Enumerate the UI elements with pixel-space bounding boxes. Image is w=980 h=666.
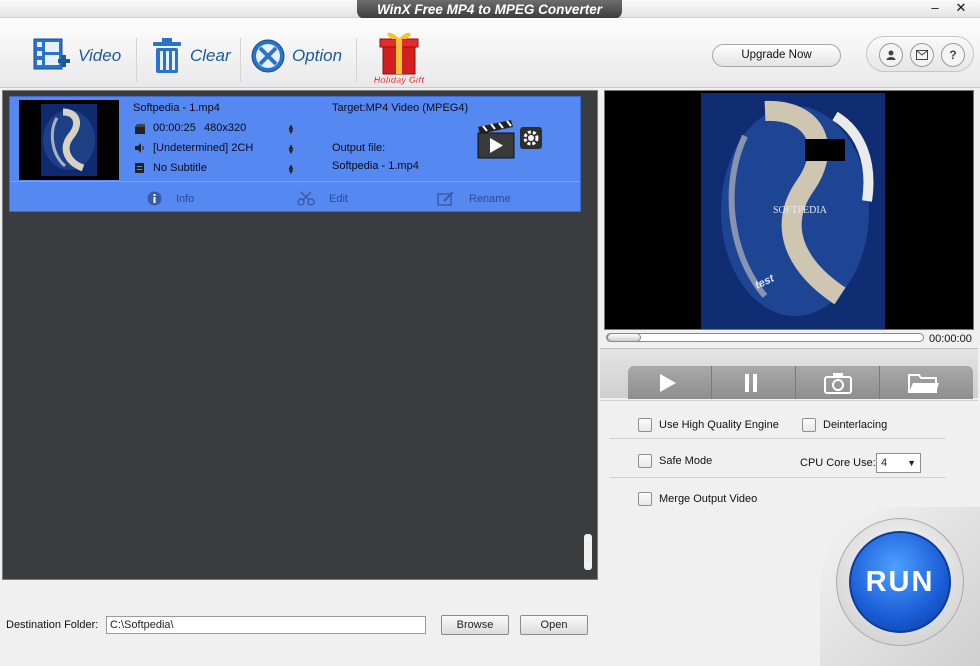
options-divider	[610, 438, 946, 439]
video-duration: 00:00:25	[153, 122, 196, 134]
svg-text:Holiday Gift: Holiday Gift	[374, 75, 426, 85]
edit-button[interactable]: Edit	[297, 191, 348, 206]
cpu-core-label: CPU Core Use:	[800, 457, 876, 469]
cpu-core-value: 4	[881, 457, 888, 469]
audio-track: [Undetermined] 2CH	[153, 142, 254, 154]
file-list-panel: Softpedia - 1.mp4 00:00:25 480x320 ▲ ▼ [U…	[2, 90, 598, 580]
clear-label: Clear	[190, 46, 231, 65]
file-row[interactable]: Softpedia - 1.mp4 00:00:25 480x320 ▲ ▼ [U…	[9, 96, 581, 212]
tools-icon	[251, 39, 285, 73]
destination-folder-label: Destination Folder:	[6, 619, 99, 631]
toolbar-divider	[136, 38, 137, 82]
snapshot-button[interactable]	[796, 366, 880, 399]
title-bar: WinX Free MP4 to MPEG Converter – ✕	[0, 0, 980, 19]
pause-button[interactable]	[712, 366, 796, 399]
toolbar-divider	[240, 38, 241, 82]
info-icon	[147, 191, 162, 206]
toolbar-divider	[356, 38, 357, 82]
high-quality-label: Use High Quality Engine	[659, 419, 779, 431]
scissors-icon	[297, 191, 315, 206]
checkbox-box[interactable]	[802, 418, 816, 432]
play-button[interactable]	[628, 366, 712, 399]
open-button[interactable]: Open	[520, 615, 588, 635]
subtitle-icon	[135, 163, 145, 173]
control-buttons	[628, 366, 973, 399]
file-actions-bar: Info Edit Rename	[10, 181, 580, 211]
trash-icon	[153, 38, 181, 73]
rename-label: Rename	[469, 192, 511, 205]
camera-icon	[824, 373, 852, 394]
deinterlacing-label: Deinterlacing	[823, 419, 888, 431]
user-icon[interactable]	[879, 43, 903, 67]
cpu-core-select[interactable]: 4 ▼	[876, 453, 921, 473]
safe-mode-label: Safe Mode	[659, 455, 713, 467]
upgrade-now-button[interactable]: Upgrade Now	[712, 44, 841, 67]
run-button[interactable]: RUN	[849, 531, 951, 633]
audio-track-updown-icon[interactable]: ▲ ▼	[287, 143, 295, 156]
edit-label: Edit	[329, 192, 348, 205]
deinterlacing-checkbox[interactable]: Deinterlacing	[802, 418, 887, 432]
holiday-gift-button[interactable]: Holiday Gift	[370, 26, 428, 86]
chevron-down-icon: ▼	[907, 458, 916, 468]
gift-icon: Holiday Gift	[374, 32, 426, 85]
file-list-scrollbar[interactable]	[584, 534, 592, 570]
playback-time: 00:00:00	[929, 333, 972, 345]
player-controls	[600, 348, 978, 399]
high-quality-engine-checkbox[interactable]: Use High Quality Engine	[638, 418, 779, 432]
speaker-icon	[135, 143, 145, 153]
merge-output-checkbox[interactable]: Merge Output Video	[638, 492, 757, 506]
video-clip-icon	[135, 124, 145, 134]
video-resolution: 480x320	[204, 122, 247, 134]
window-title: WinX Free MP4 to MPEG Converter	[357, 0, 622, 19]
target-format: Target:MP4 Video (MPEG4)	[332, 102, 469, 114]
browse-button[interactable]: Browse	[441, 615, 509, 635]
option-label: Option	[292, 46, 343, 65]
rename-icon	[437, 191, 454, 206]
checkbox-box[interactable]	[638, 492, 652, 506]
add-video-icon	[33, 38, 70, 70]
toolbar: Video Clear Option Holiday Gift Upgrade …	[0, 18, 980, 88]
rename-button[interactable]: Rename	[437, 191, 511, 206]
minimize-button[interactable]: –	[926, 1, 944, 17]
close-button[interactable]: ✕	[952, 1, 970, 17]
checkbox-box[interactable]	[638, 418, 652, 432]
output-file-name: Softpedia - 1.mp4	[332, 160, 419, 172]
seek-bar[interactable]	[606, 333, 924, 342]
subtitle-updown-icon[interactable]: ▲ ▼	[287, 163, 295, 176]
pause-icon	[745, 374, 757, 392]
cpu-core-text: CPU Core Use:	[800, 457, 876, 469]
seek-knob[interactable]	[607, 333, 641, 342]
video-label: Video	[78, 46, 122, 65]
clear-button[interactable]: Clear	[150, 36, 231, 76]
info-button[interactable]: Info	[147, 191, 194, 206]
output-file-label: Output file:	[332, 142, 386, 154]
destination-folder-input[interactable]: C:\Softpedia\	[106, 616, 426, 634]
help-icon[interactable]: ?	[941, 43, 965, 67]
info-label: Info	[176, 192, 195, 205]
clapperboard-icon[interactable]	[477, 119, 515, 162]
play-icon	[660, 374, 676, 392]
option-button[interactable]: Option	[250, 36, 342, 76]
checkbox-box[interactable]	[638, 454, 652, 468]
account-icon-group: ?	[866, 36, 974, 72]
file-name: Softpedia - 1.mp4	[133, 102, 220, 114]
video-track-updown-icon[interactable]: ▲ ▼	[287, 123, 295, 136]
open-folder-button[interactable]	[880, 366, 964, 399]
video-preview: SOFTPEDIA test	[604, 90, 974, 330]
video-thumbnail[interactable]	[19, 100, 119, 180]
preview-watermark: SOFTPEDIA	[773, 205, 828, 216]
add-video-button[interactable]: Video	[32, 36, 121, 76]
safe-mode-checkbox[interactable]: Safe Mode	[638, 454, 712, 468]
merge-output-label: Merge Output Video	[659, 493, 758, 505]
subtitle-track: No Subtitle	[153, 162, 207, 174]
mail-icon[interactable]	[910, 43, 934, 67]
options-divider	[610, 477, 946, 478]
folder-icon	[908, 374, 939, 393]
settings-gear-icon[interactable]	[520, 127, 542, 149]
